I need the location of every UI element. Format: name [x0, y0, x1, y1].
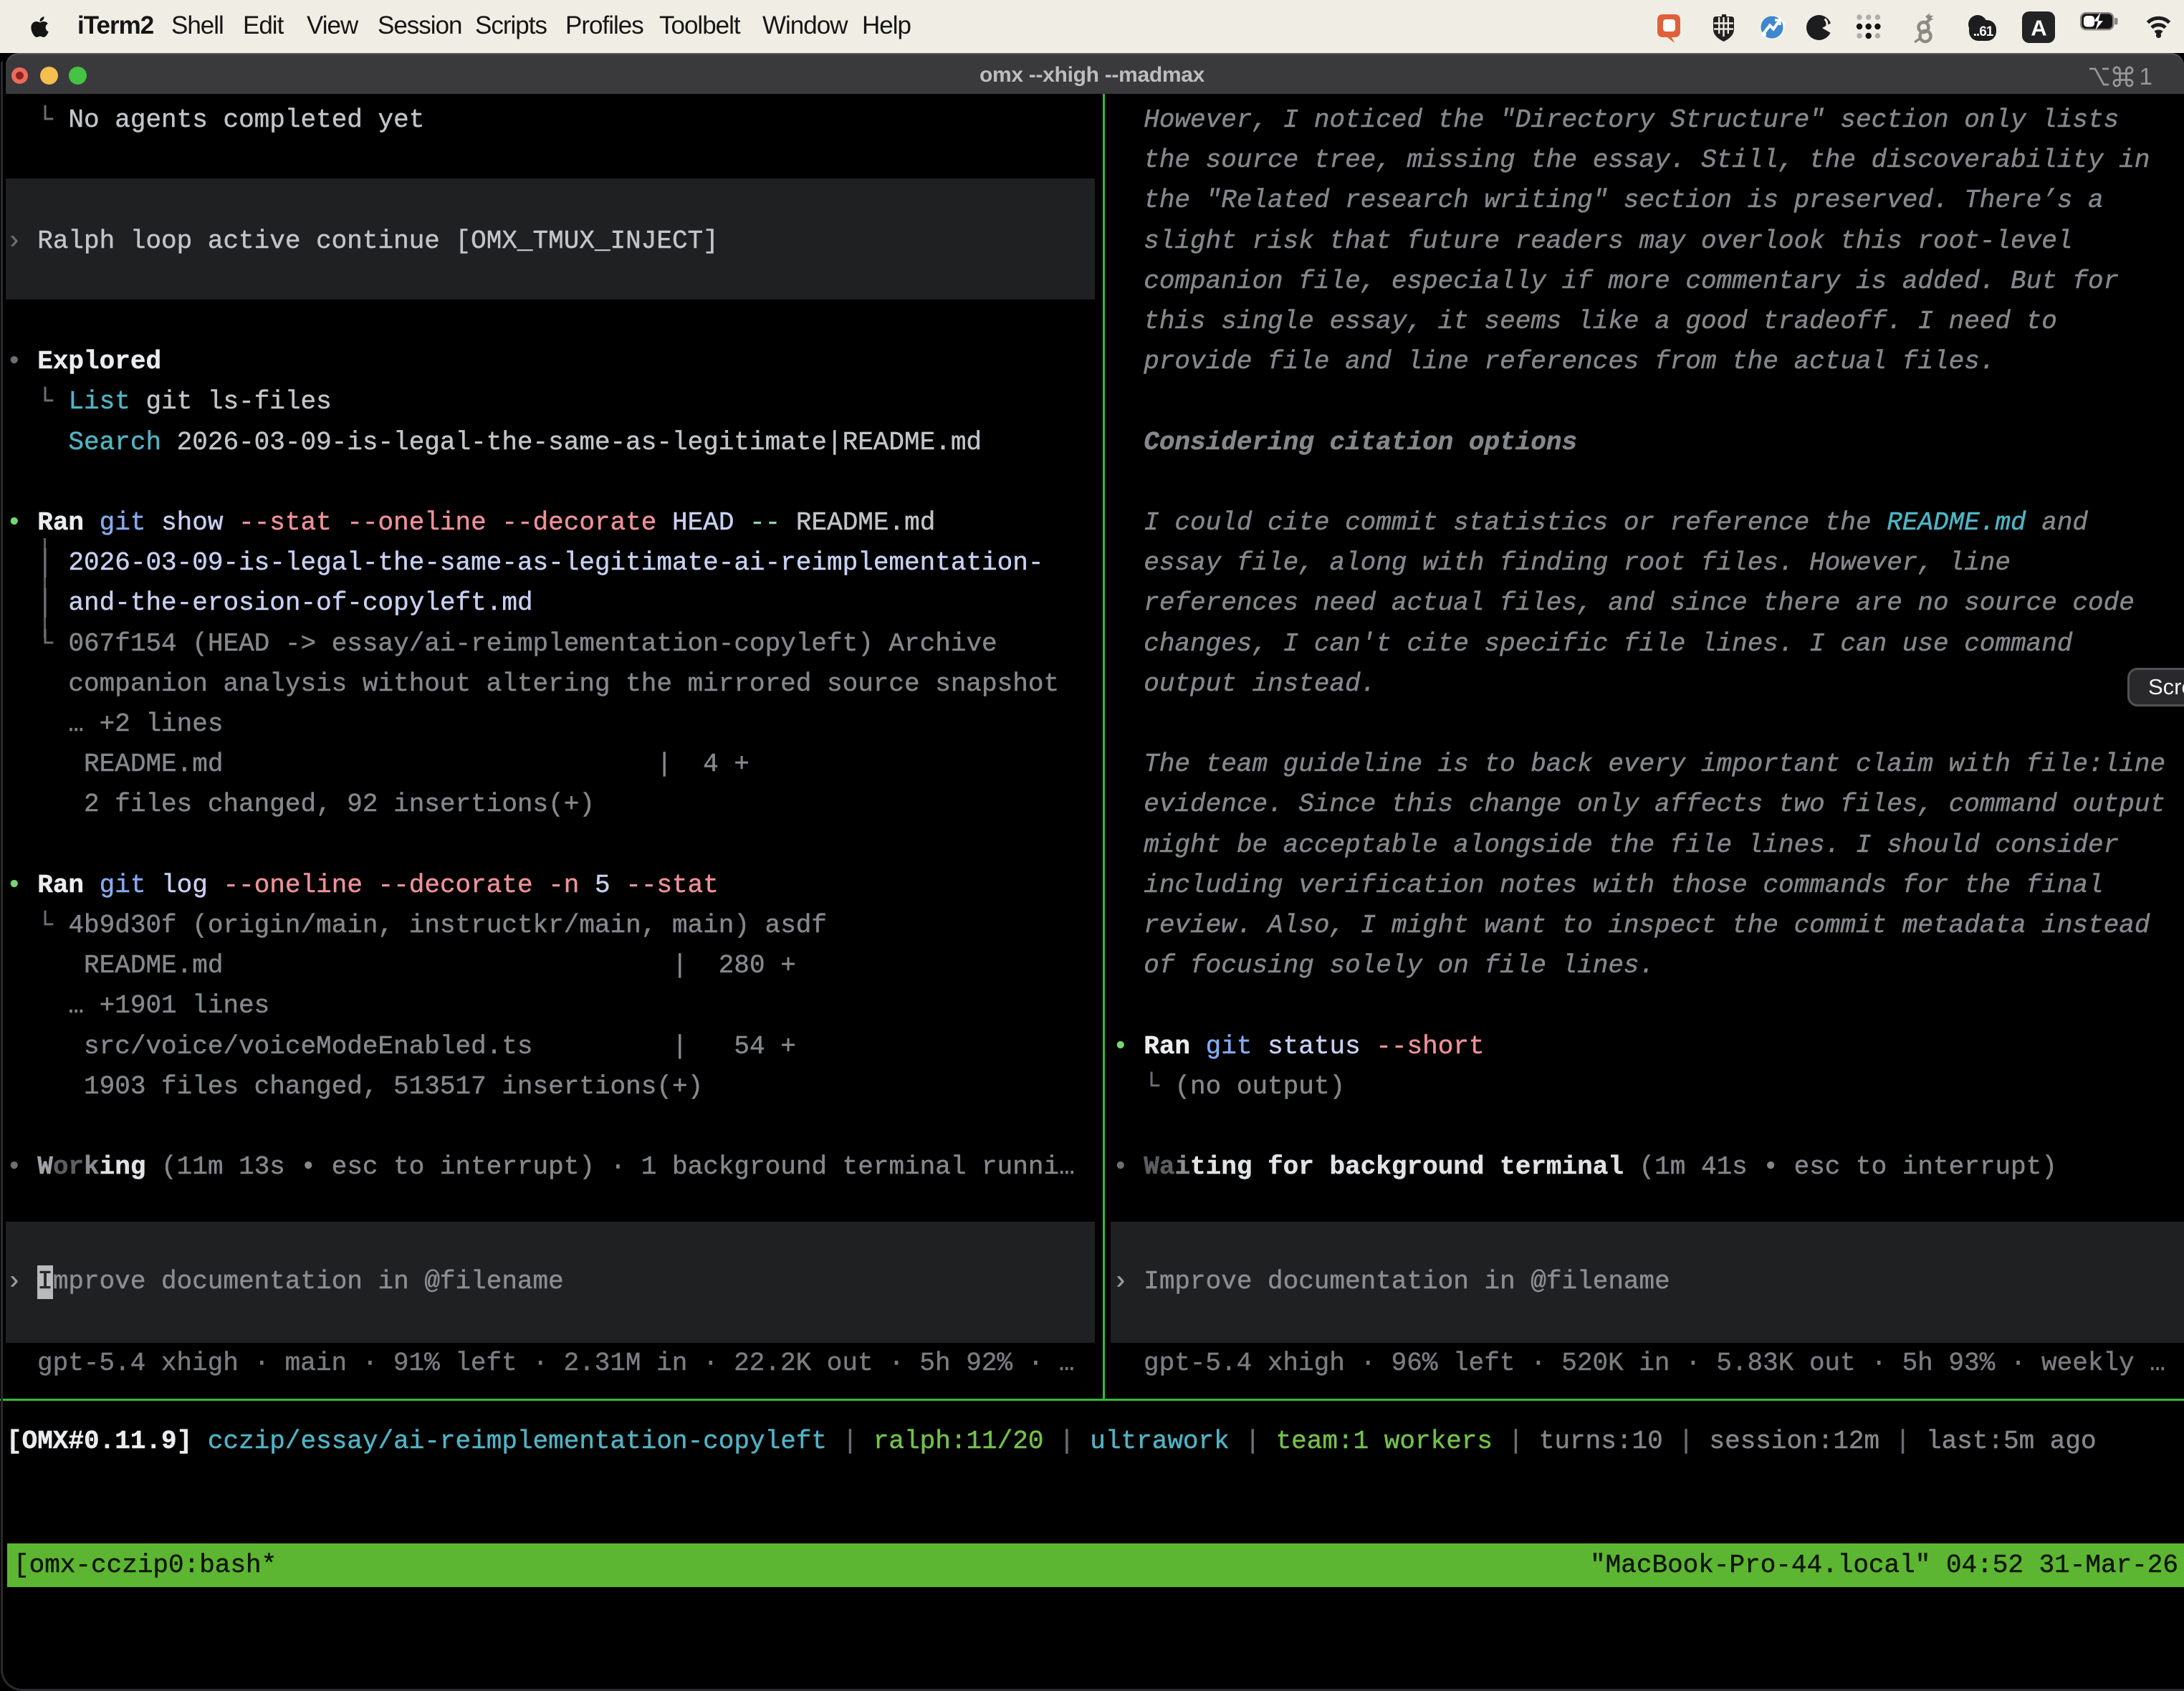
svg-text:..61: ..61: [1973, 24, 1994, 39]
svg-text:A: A: [2031, 16, 2046, 41]
